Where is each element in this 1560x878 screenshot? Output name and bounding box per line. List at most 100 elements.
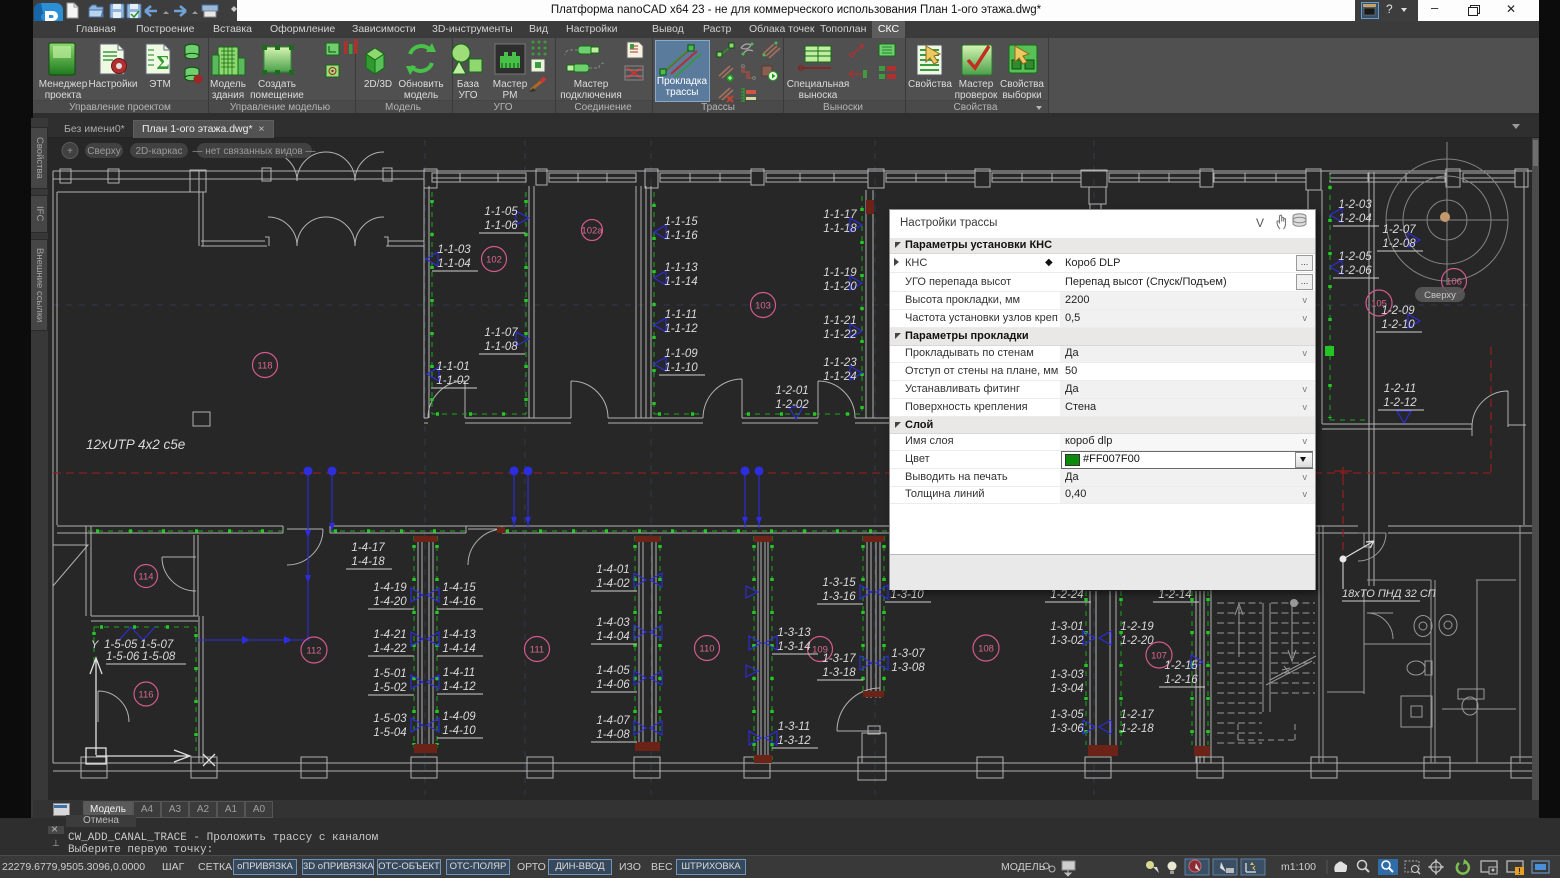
svg-text:1-3-13: 1-3-13 (777, 627, 811, 639)
svg-text:1-1-22: 1-1-22 (823, 329, 857, 341)
svg-text:1-1-07: 1-1-07 (484, 327, 518, 339)
svg-text:1-1-04: 1-1-04 (437, 258, 470, 270)
svg-text:18хТО ПНД 32 СП: 18хТО ПНД 32 СП (1342, 588, 1436, 600)
svg-text:1-3-03: 1-3-03 (1050, 669, 1084, 681)
svg-text:1-3-10: 1-3-10 (890, 589, 924, 601)
svg-text:1-4-07: 1-4-07 (596, 715, 630, 727)
svg-text:1-5-02: 1-5-02 (373, 682, 407, 694)
svg-text:1-5-07: 1-5-07 (140, 639, 174, 651)
svg-text:1-1-23: 1-1-23 (823, 357, 857, 369)
svg-text:1-2-16: 1-2-16 (1164, 674, 1198, 686)
svg-text:1-1-17: 1-1-17 (823, 209, 857, 221)
svg-text:114: 114 (138, 572, 153, 583)
svg-text:110: 110 (699, 644, 714, 655)
svg-text:1-1-18: 1-1-18 (823, 223, 857, 235)
svg-text:1-4-05: 1-4-05 (596, 665, 630, 677)
svg-text:1-3-01: 1-3-01 (1050, 621, 1083, 633)
svg-text:1-3-07: 1-3-07 (891, 648, 925, 660)
svg-text:1-2-09: 1-2-09 (1381, 305, 1415, 317)
svg-text:1-2-10: 1-2-10 (1381, 319, 1415, 331)
svg-text:1-4-06: 1-4-06 (596, 679, 630, 691)
svg-text:1-1-24: 1-1-24 (823, 371, 856, 383)
svg-text:12xUTP 4x2 c5e: 12xUTP 4x2 c5e (86, 437, 185, 452)
svg-text:1-1-09: 1-1-09 (664, 348, 698, 360)
svg-text:1-1-16: 1-1-16 (664, 230, 698, 242)
svg-text:102а: 102а (581, 226, 603, 237)
svg-text:106: 106 (1446, 277, 1462, 288)
svg-text:1-2-06: 1-2-06 (1338, 265, 1372, 277)
svg-text:1-3-05: 1-3-05 (1050, 709, 1084, 721)
svg-text:112: 112 (306, 646, 321, 657)
svg-text:1-1-08: 1-1-08 (484, 341, 518, 353)
svg-text:103: 103 (755, 301, 771, 312)
svg-text:1-4-11: 1-4-11 (443, 667, 475, 679)
svg-text:1-2-03: 1-2-03 (1338, 199, 1372, 211)
svg-text:118: 118 (257, 361, 272, 372)
svg-text:1-4-15: 1-4-15 (442, 582, 476, 594)
svg-text:1-1-12: 1-1-12 (664, 323, 698, 335)
svg-text:1-3-02: 1-3-02 (1050, 635, 1084, 647)
svg-text:1-2-20: 1-2-20 (1120, 635, 1154, 647)
svg-text:1-4-13: 1-4-13 (442, 629, 476, 641)
svg-text:Сверху: Сверху (87, 146, 120, 157)
svg-text:1-4-20: 1-4-20 (373, 596, 407, 608)
svg-text:1-3-11: 1-3-11 (778, 721, 810, 733)
svg-text:1-3-12: 1-3-12 (777, 735, 811, 747)
svg-text:1-4-17: 1-4-17 (351, 542, 385, 554)
svg-text:1-5-05: 1-5-05 (104, 639, 138, 651)
svg-text:1-4-22: 1-4-22 (373, 643, 407, 655)
svg-text:1-1-01: 1-1-01 (436, 361, 469, 373)
svg-text:1-2-11: 1-2-11 (1384, 383, 1416, 395)
svg-text:1-3-08: 1-3-08 (891, 662, 925, 674)
svg-text:+: + (67, 146, 73, 157)
svg-text:1-2-19: 1-2-19 (1120, 621, 1154, 633)
svg-text:1-1-14: 1-1-14 (664, 276, 697, 288)
svg-text:1-4-02: 1-4-02 (596, 578, 630, 590)
svg-text:108: 108 (978, 644, 994, 655)
svg-text:1-1-15: 1-1-15 (664, 216, 698, 228)
svg-text:116: 116 (138, 690, 153, 701)
svg-text:1-2-17: 1-2-17 (1120, 709, 1154, 721)
svg-text:1-3-06: 1-3-06 (1050, 723, 1084, 735)
svg-text:1-5-03: 1-5-03 (373, 713, 407, 725)
svg-text:!: ! (1518, 867, 1521, 876)
svg-text:102: 102 (486, 255, 502, 266)
svg-text:1-5-04: 1-5-04 (373, 727, 406, 739)
svg-text:1-4-16: 1-4-16 (442, 596, 476, 608)
svg-text:1-3-16: 1-3-16 (822, 591, 856, 603)
svg-text:1-2-12: 1-2-12 (1383, 397, 1417, 409)
svg-text:1-1-03: 1-1-03 (437, 244, 471, 256)
svg-text:— нет связанных видов —: — нет связанных видов — (192, 146, 315, 157)
svg-text:Y: Y (91, 639, 99, 651)
svg-text:1-3-15: 1-3-15 (822, 577, 856, 589)
svg-text:Сверху: Сверху (1424, 290, 1456, 301)
svg-text:1-4-14: 1-4-14 (442, 643, 475, 655)
svg-text:1-2-07: 1-2-07 (1382, 224, 1416, 236)
svg-text:1-1-20: 1-1-20 (823, 281, 857, 293)
svg-text:1-1-05: 1-1-05 (484, 206, 518, 218)
svg-text:1-3-04: 1-3-04 (1050, 683, 1083, 695)
svg-text:1-2-05: 1-2-05 (1338, 251, 1372, 263)
svg-text:1-5-06: 1-5-06 (106, 651, 140, 663)
svg-text:1-4-21: 1-4-21 (373, 629, 406, 641)
svg-text:1-1-11: 1-1-11 (665, 309, 697, 321)
svg-text:1-5-01: 1-5-01 (373, 668, 406, 680)
svg-text:1-2-04: 1-2-04 (1338, 213, 1371, 225)
svg-text:Σ: Σ (156, 52, 169, 74)
svg-text:1-3-17: 1-3-17 (822, 653, 856, 665)
svg-text:1-1-02: 1-1-02 (436, 375, 470, 387)
svg-text:1-4-12: 1-4-12 (442, 681, 476, 693)
svg-text:1-3-18: 1-3-18 (822, 667, 856, 679)
svg-text:1-4-04: 1-4-04 (596, 631, 629, 643)
svg-text:1-1-19: 1-1-19 (823, 267, 857, 279)
svg-text:1-1-13: 1-1-13 (664, 262, 698, 274)
svg-text:1-4-01: 1-4-01 (596, 564, 629, 576)
svg-text:1-3-14: 1-3-14 (777, 641, 810, 653)
svg-text:1-2-24: 1-2-24 (1050, 589, 1083, 601)
svg-text:1-4-19: 1-4-19 (373, 582, 407, 594)
svg-text:2D-каркас: 2D-каркас (136, 146, 183, 157)
svg-text:1-2-01: 1-2-01 (775, 385, 808, 397)
svg-text:1-2-08: 1-2-08 (1382, 238, 1416, 250)
svg-text:1-1-21: 1-1-21 (823, 315, 856, 327)
svg-text:1-4-03: 1-4-03 (596, 617, 630, 629)
